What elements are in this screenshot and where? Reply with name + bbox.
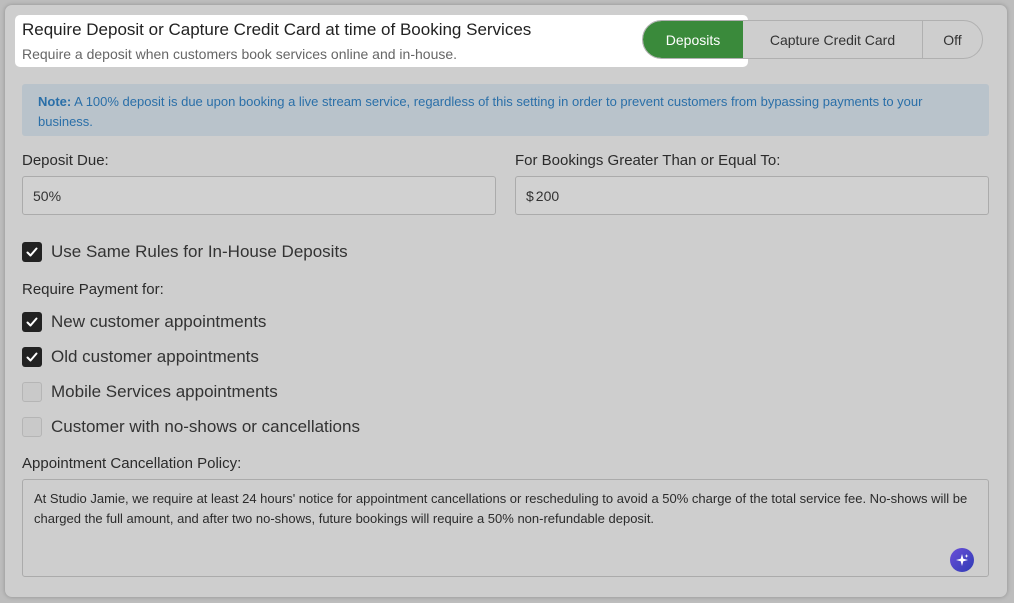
old-customer-checkbox[interactable] (22, 347, 42, 367)
mobile-services-checkbox-row[interactable]: Mobile Services appointments (22, 382, 278, 402)
deposit-due-value: 50% (33, 187, 62, 204)
old-customer-checkbox-row[interactable]: Old customer appointments (22, 347, 259, 367)
live-stream-note: Note: A 100% deposit is due upon booking… (22, 84, 989, 136)
no-shows-label: Customer with no-shows or cancellations (51, 417, 360, 436)
deposits-option-button[interactable]: Deposits (643, 21, 743, 58)
new-customer-label: New customer appointments (51, 312, 267, 331)
deposit-mode-toggle: Deposits Capture Credit Card Off (642, 20, 983, 59)
cancellation-policy-textarea[interactable]: At Studio Jamie, we require at least 24 … (22, 479, 989, 577)
capture-credit-card-option-button[interactable]: Capture Credit Card (743, 21, 923, 58)
deposit-due-input[interactable]: 50% (22, 176, 496, 215)
new-customer-checkbox-row[interactable]: New customer appointments (22, 312, 266, 332)
note-text: A 100% deposit is due upon booking a liv… (38, 94, 923, 129)
note-label: Note: (38, 94, 72, 109)
ai-assist-button[interactable] (950, 548, 974, 572)
currency-symbol: $ (526, 187, 534, 204)
min-booking-input[interactable]: $ 200 (515, 176, 989, 215)
same-rules-label: Use Same Rules for In-House Deposits (51, 242, 348, 261)
require-payment-heading: Require Payment for: (22, 281, 164, 298)
new-customer-checkbox[interactable] (22, 312, 42, 332)
no-shows-checkbox[interactable] (22, 417, 42, 437)
mobile-services-label: Mobile Services appointments (51, 382, 278, 401)
checkmark-icon (26, 352, 38, 362)
same-rules-checkbox-row[interactable]: Use Same Rules for In-House Deposits (22, 242, 348, 262)
deposit-due-label: Deposit Due: (22, 152, 109, 169)
checkmark-icon (26, 247, 38, 257)
sparkle-icon (956, 554, 969, 566)
cancellation-policy-label: Appointment Cancellation Policy: (22, 455, 242, 472)
min-booking-value: 200 (535, 187, 560, 204)
section-subtitle: Require a deposit when customers book se… (22, 46, 458, 62)
same-rules-checkbox[interactable] (22, 242, 42, 262)
old-customer-label: Old customer appointments (51, 347, 259, 366)
off-option-button[interactable]: Off (923, 21, 982, 58)
min-booking-label: For Bookings Greater Than or Equal To: (515, 152, 781, 169)
mobile-services-checkbox[interactable] (22, 382, 42, 402)
no-shows-checkbox-row[interactable]: Customer with no-shows or cancellations (22, 417, 360, 437)
checkmark-icon (26, 317, 38, 327)
section-title: Require Deposit or Capture Credit Card a… (22, 20, 532, 39)
